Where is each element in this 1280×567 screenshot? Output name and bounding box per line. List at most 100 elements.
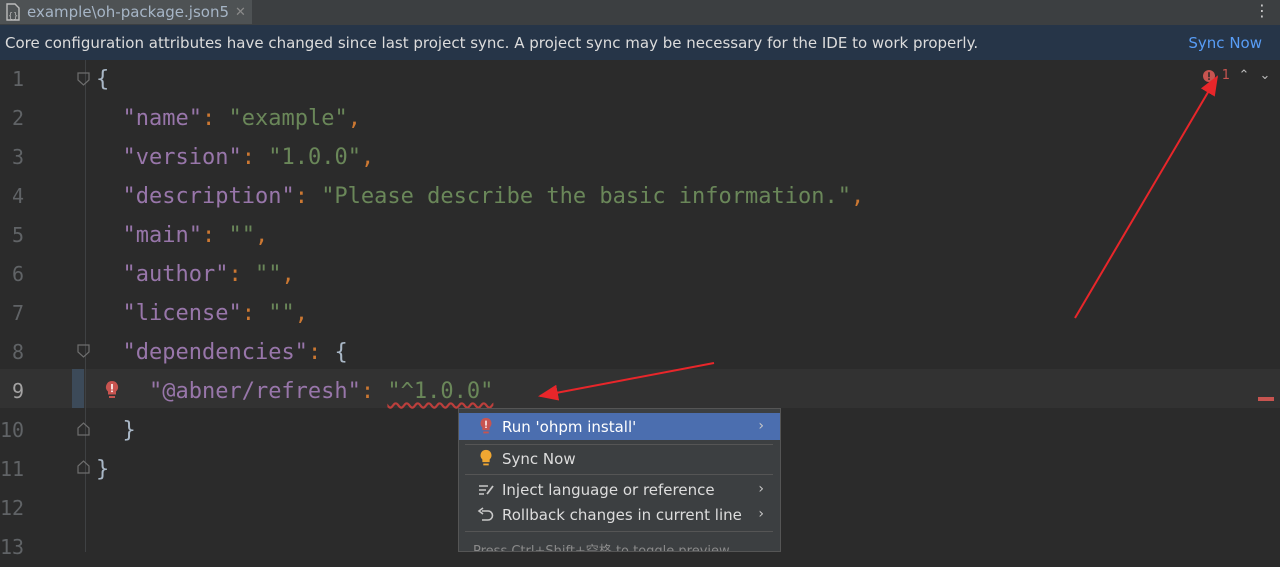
code-token: , [294,301,308,326]
menu-item[interactable]: Inject language or reference › [459,476,780,503]
code-token: "1.0.0" [268,145,361,170]
inject-language-icon [476,480,496,500]
code-token: "^1.0.0" [387,379,494,404]
code-token: "@abner/refresh" [148,379,361,404]
code-token: : [201,223,229,248]
code-line[interactable]: 9 "@abner/refresh": "^1.0.0" [0,372,1280,411]
submenu-arrow-icon: › [758,481,764,497]
menu-item-label: Sync Now [502,449,576,468]
fold-close-icon[interactable] [77,422,90,436]
code-text: "main": "", [96,216,269,255]
submenu-arrow-icon: › [758,506,764,522]
code-text: } [96,411,136,450]
code-text: "author": "", [96,255,295,294]
svg-text:{}: {} [8,11,18,20]
inspection-widget: 1 ⌃ ⌄ [1202,68,1272,83]
code-token: "dependencies" [122,340,308,365]
code-text: } [96,450,109,489]
fold-close-icon[interactable] [77,460,90,474]
line-number: 2 [11,106,24,130]
previous-highlight-icon[interactable]: ⌃ [1237,68,1251,83]
undo-icon [476,505,496,525]
error-bulb-icon [476,417,496,437]
line-number: 9 [11,379,24,403]
menu-item[interactable]: Sync Now [459,445,780,472]
code-line[interactable]: 7 "license": "", [0,294,1280,333]
menu-item[interactable]: Run 'ohpm install' › [459,413,780,440]
code-token: , [347,106,361,131]
code-token: "author" [122,262,229,287]
menu-item[interactable]: Rollback changes in current line › [459,501,780,528]
file-tab-label: example\oh-package.json5 [27,3,230,21]
code-text: "license": "", [96,294,308,333]
code-token: "" [228,223,255,248]
close-tab-icon[interactable]: ✕ [235,5,246,20]
line-number: 13 [0,535,25,559]
code-token: : [228,262,255,287]
code-token: "main" [122,223,202,248]
menu-item-label: Inject language or reference [502,480,715,499]
code-token: "version" [122,145,242,170]
code-token: "" [268,301,295,326]
menu-item-label: Rollback changes in current line [502,505,742,524]
next-highlight-icon[interactable]: ⌄ [1258,68,1272,83]
code-token: : [307,340,335,365]
code-token: { [334,340,348,365]
editor-tab-bar: {} example\oh-package.json5 ✕ ⋮ [0,0,1280,25]
code-line[interactable]: 4 "description": "Please describe the ba… [0,177,1280,216]
menu-item-label: Run 'ohpm install' [502,417,637,436]
code-line[interactable]: 2 "name": "example", [0,99,1280,138]
banner-message: Core configuration attributes have chang… [5,34,979,52]
menu-separator [465,531,773,532]
code-token: "description" [122,184,295,209]
line-number: 11 [0,457,25,481]
code-token: , [281,262,295,287]
line-number: 4 [11,184,24,208]
line-number: 1 [11,67,24,91]
sync-notification-banner: Core configuration attributes have chang… [0,25,1280,60]
code-token: } [122,418,136,443]
file-tab[interactable]: {} example\oh-package.json5 ✕ [0,0,252,24]
menu-separator [465,444,773,445]
more-options-icon[interactable]: ⋮ [1254,1,1270,21]
code-token: , [360,145,375,170]
code-line[interactable]: 6 "author": "", [0,255,1280,294]
line-number: 3 [11,145,24,169]
line-number: 6 [11,262,24,286]
code-token: } [96,457,110,482]
error-stripe-mark[interactable] [1258,397,1274,401]
code-token: "" [254,262,282,287]
sync-now-link[interactable]: Sync Now [1188,34,1262,52]
code-line[interactable]: 8 "dependencies": { [0,333,1280,372]
code-text: { [96,60,109,99]
code-text: "description": "Please describe the basi… [96,177,865,216]
code-token: "name" [122,106,202,131]
code-token: { [96,67,110,92]
menu-separator [465,474,773,475]
code-token: "example" [228,106,348,131]
submenu-arrow-icon: › [758,418,764,434]
line-number: 8 [11,340,24,364]
fold-open-icon[interactable] [77,72,90,86]
code-line[interactable]: 1{ [0,60,1280,99]
code-line[interactable]: 3 "version": "1.0.0", [0,138,1280,177]
line-number: 5 [11,223,24,247]
code-token: : [294,184,322,209]
error-icon[interactable] [1202,69,1215,82]
code-token: "license" [122,301,242,326]
code-text: "name": "example", [96,99,361,138]
code-text: "@abner/refresh": "^1.0.0" [96,372,493,411]
fold-open-icon[interactable] [77,344,90,358]
code-text: "dependencies": { [96,333,348,372]
error-bulb-icon[interactable] [104,380,120,402]
code-token: : [360,379,388,404]
code-line[interactable]: 5 "main": "", [0,216,1280,255]
intention-actions-popup: Run 'ohpm install' › Sync Now Inject langua… [458,408,781,552]
